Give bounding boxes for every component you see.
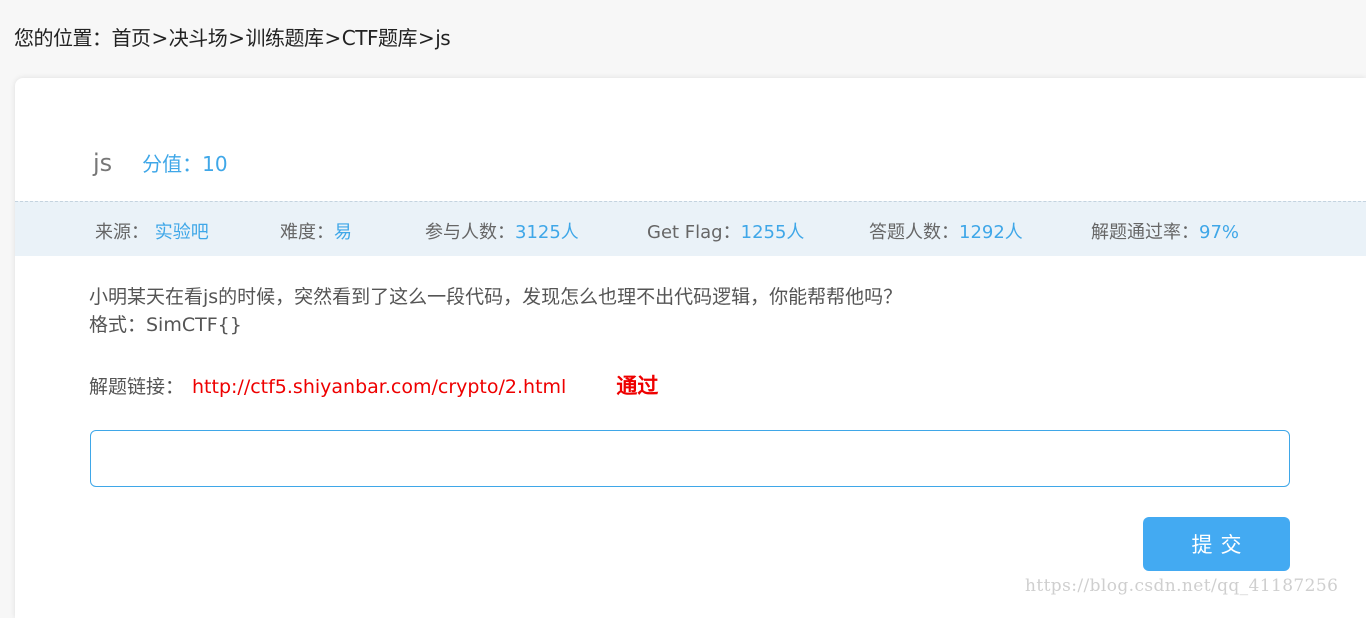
stat-label: 参与人数： — [425, 222, 515, 243]
solve-link[interactable]: http://ctf5.shiyanbar.com/crypto/2.html — [192, 376, 566, 398]
watermark: https://blog.csdn.net/qq_41187256 — [1025, 576, 1339, 596]
pass-status: 通过 — [616, 374, 659, 398]
breadcrumb-item-ctf[interactable]: CTF题库 — [342, 26, 418, 50]
solve-link-row: 解题链接： http://ctf5.shiyanbar.com/crypto/2… — [89, 370, 658, 400]
breadcrumb-item-training[interactable]: 训练题库 — [246, 26, 325, 50]
stat-passrate: 解题通过率：97% — [1091, 218, 1239, 244]
challenge-card: js 分值：10 来源： 实验吧 难度：易 参与人数：3125人 Get Fla… — [15, 78, 1366, 618]
breadcrumb-separator: > — [417, 26, 435, 50]
stat-difficulty-value: 易 — [334, 222, 352, 243]
flag-input[interactable] — [90, 430, 1290, 487]
stat-getflag: Get Flag：1255人 — [647, 218, 804, 244]
stat-answered: 答题人数：1292人 — [869, 218, 1023, 244]
breadcrumb-prefix: 您的位置： — [14, 26, 112, 50]
stat-label: 来源： — [95, 222, 149, 243]
stat-passrate-value: 97% — [1199, 222, 1240, 243]
challenge-header: js 分值：10 — [93, 148, 228, 177]
stat-participants-value: 3125人 — [515, 222, 579, 243]
format-hint: 格式：SimCTF{} — [89, 314, 242, 336]
stat-label: Get Flag： — [647, 222, 741, 243]
stat-source-value[interactable]: 实验吧 — [155, 222, 209, 243]
breadcrumb-separator: > — [151, 26, 169, 50]
solve-link-label: 解题链接： — [89, 376, 185, 398]
breadcrumb-item-arena[interactable]: 决斗场 — [169, 26, 228, 50]
stat-label: 难度： — [280, 222, 334, 243]
stats-bar: 来源： 实验吧 难度：易 参与人数：3125人 Get Flag：1255人 答… — [15, 201, 1366, 256]
stat-answered-value: 1292人 — [959, 222, 1023, 243]
submit-button[interactable]: 提交 — [1143, 517, 1290, 571]
breadcrumb-separator: > — [228, 26, 245, 50]
breadcrumb-item-home[interactable]: 首页 — [112, 26, 152, 50]
stat-participants: 参与人数：3125人 — [425, 218, 579, 244]
score-value: 10 — [202, 152, 228, 176]
breadcrumb-separator: > — [324, 26, 342, 50]
breadcrumb: 您的位置：首页>决斗场>训练题库>CTF题库>js — [14, 22, 451, 51]
challenge-description: 小明某天在看js的时候，突然看到了这么一段代码，发现怎么也理不出代码逻辑，你能帮… — [89, 283, 902, 339]
stat-getflag-value: 1255人 — [740, 222, 805, 243]
stat-label: 答题人数： — [869, 222, 959, 243]
stat-source: 来源： 实验吧 — [95, 218, 209, 244]
challenge-score: 分值：10 — [142, 148, 227, 177]
challenge-title: js — [93, 149, 113, 177]
score-label: 分值： — [142, 152, 203, 176]
stat-difficulty: 难度：易 — [280, 218, 352, 244]
breadcrumb-item-current: js — [435, 26, 451, 50]
description-line: 小明某天在看js的时候，突然看到了这么一段代码，发现怎么也理不出代码逻辑，你能帮… — [89, 286, 903, 308]
stat-label: 解题通过率： — [1091, 222, 1199, 243]
